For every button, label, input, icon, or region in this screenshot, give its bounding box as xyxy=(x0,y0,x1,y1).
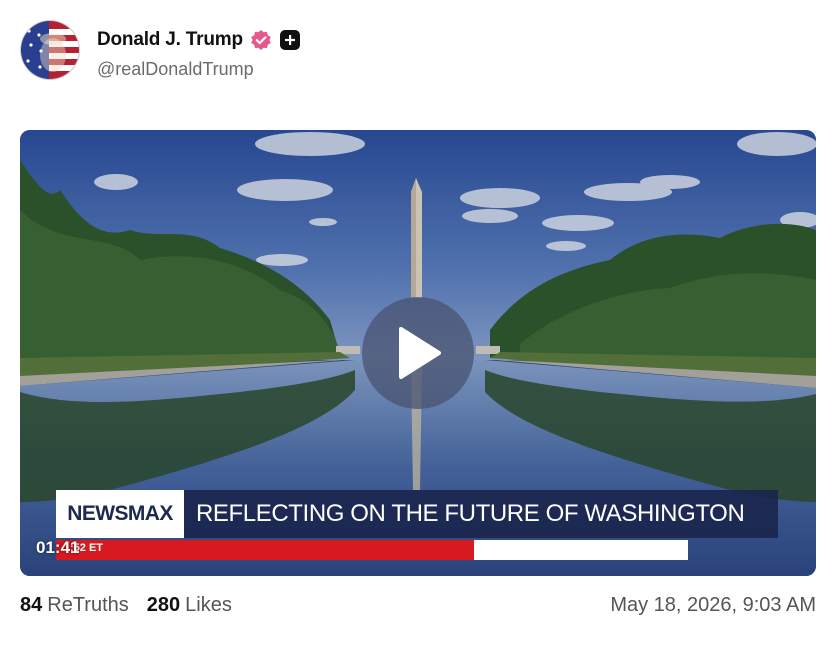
user-handle[interactable]: @realDonaldTrump xyxy=(97,59,254,80)
play-button[interactable] xyxy=(362,297,474,409)
post-stats: 84 ReTruths 280 Likes xyxy=(20,594,250,617)
likes-label: Likes xyxy=(185,594,232,616)
retruths-label: ReTruths xyxy=(47,594,129,616)
post-timestamp[interactable]: May 18, 2026, 9:03 AM xyxy=(610,594,816,617)
play-icon xyxy=(399,327,441,379)
name-row: Donald J. Trump xyxy=(97,28,300,52)
news-lower-third: NEWSMAX REFLECTING ON THE FUTURE OF WASH… xyxy=(56,490,778,562)
post-header: Donald J. Trump @realDonaldTrump xyxy=(20,20,820,82)
verified-badge-icon xyxy=(250,29,272,51)
headline-text: REFLECTING ON THE FUTURE OF WASHINGTON xyxy=(196,500,745,527)
plus-badge-icon xyxy=(279,30,300,50)
likes-count: 280 xyxy=(146,594,181,616)
retruths-stat[interactable]: 84 ReTruths xyxy=(20,594,129,617)
brand-text: NEWSMAX xyxy=(67,502,173,525)
video-player[interactable]: NEWSMAX REFLECTING ON THE FUTURE OF WASH… xyxy=(20,130,816,576)
newsmax-logo: NEWSMAX xyxy=(56,490,184,538)
avatar[interactable] xyxy=(20,20,80,80)
ticker-bar-red xyxy=(56,540,474,560)
headline-banner: REFLECTING ON THE FUTURE OF WASHINGTON xyxy=(184,490,778,538)
ticker-bar-white xyxy=(474,540,688,560)
likes-stat[interactable]: 280 Likes xyxy=(147,594,232,617)
display-name[interactable]: Donald J. Trump xyxy=(97,29,243,51)
retruths-count: 84 xyxy=(20,594,43,616)
video-duration: 01:41 xyxy=(36,538,80,557)
